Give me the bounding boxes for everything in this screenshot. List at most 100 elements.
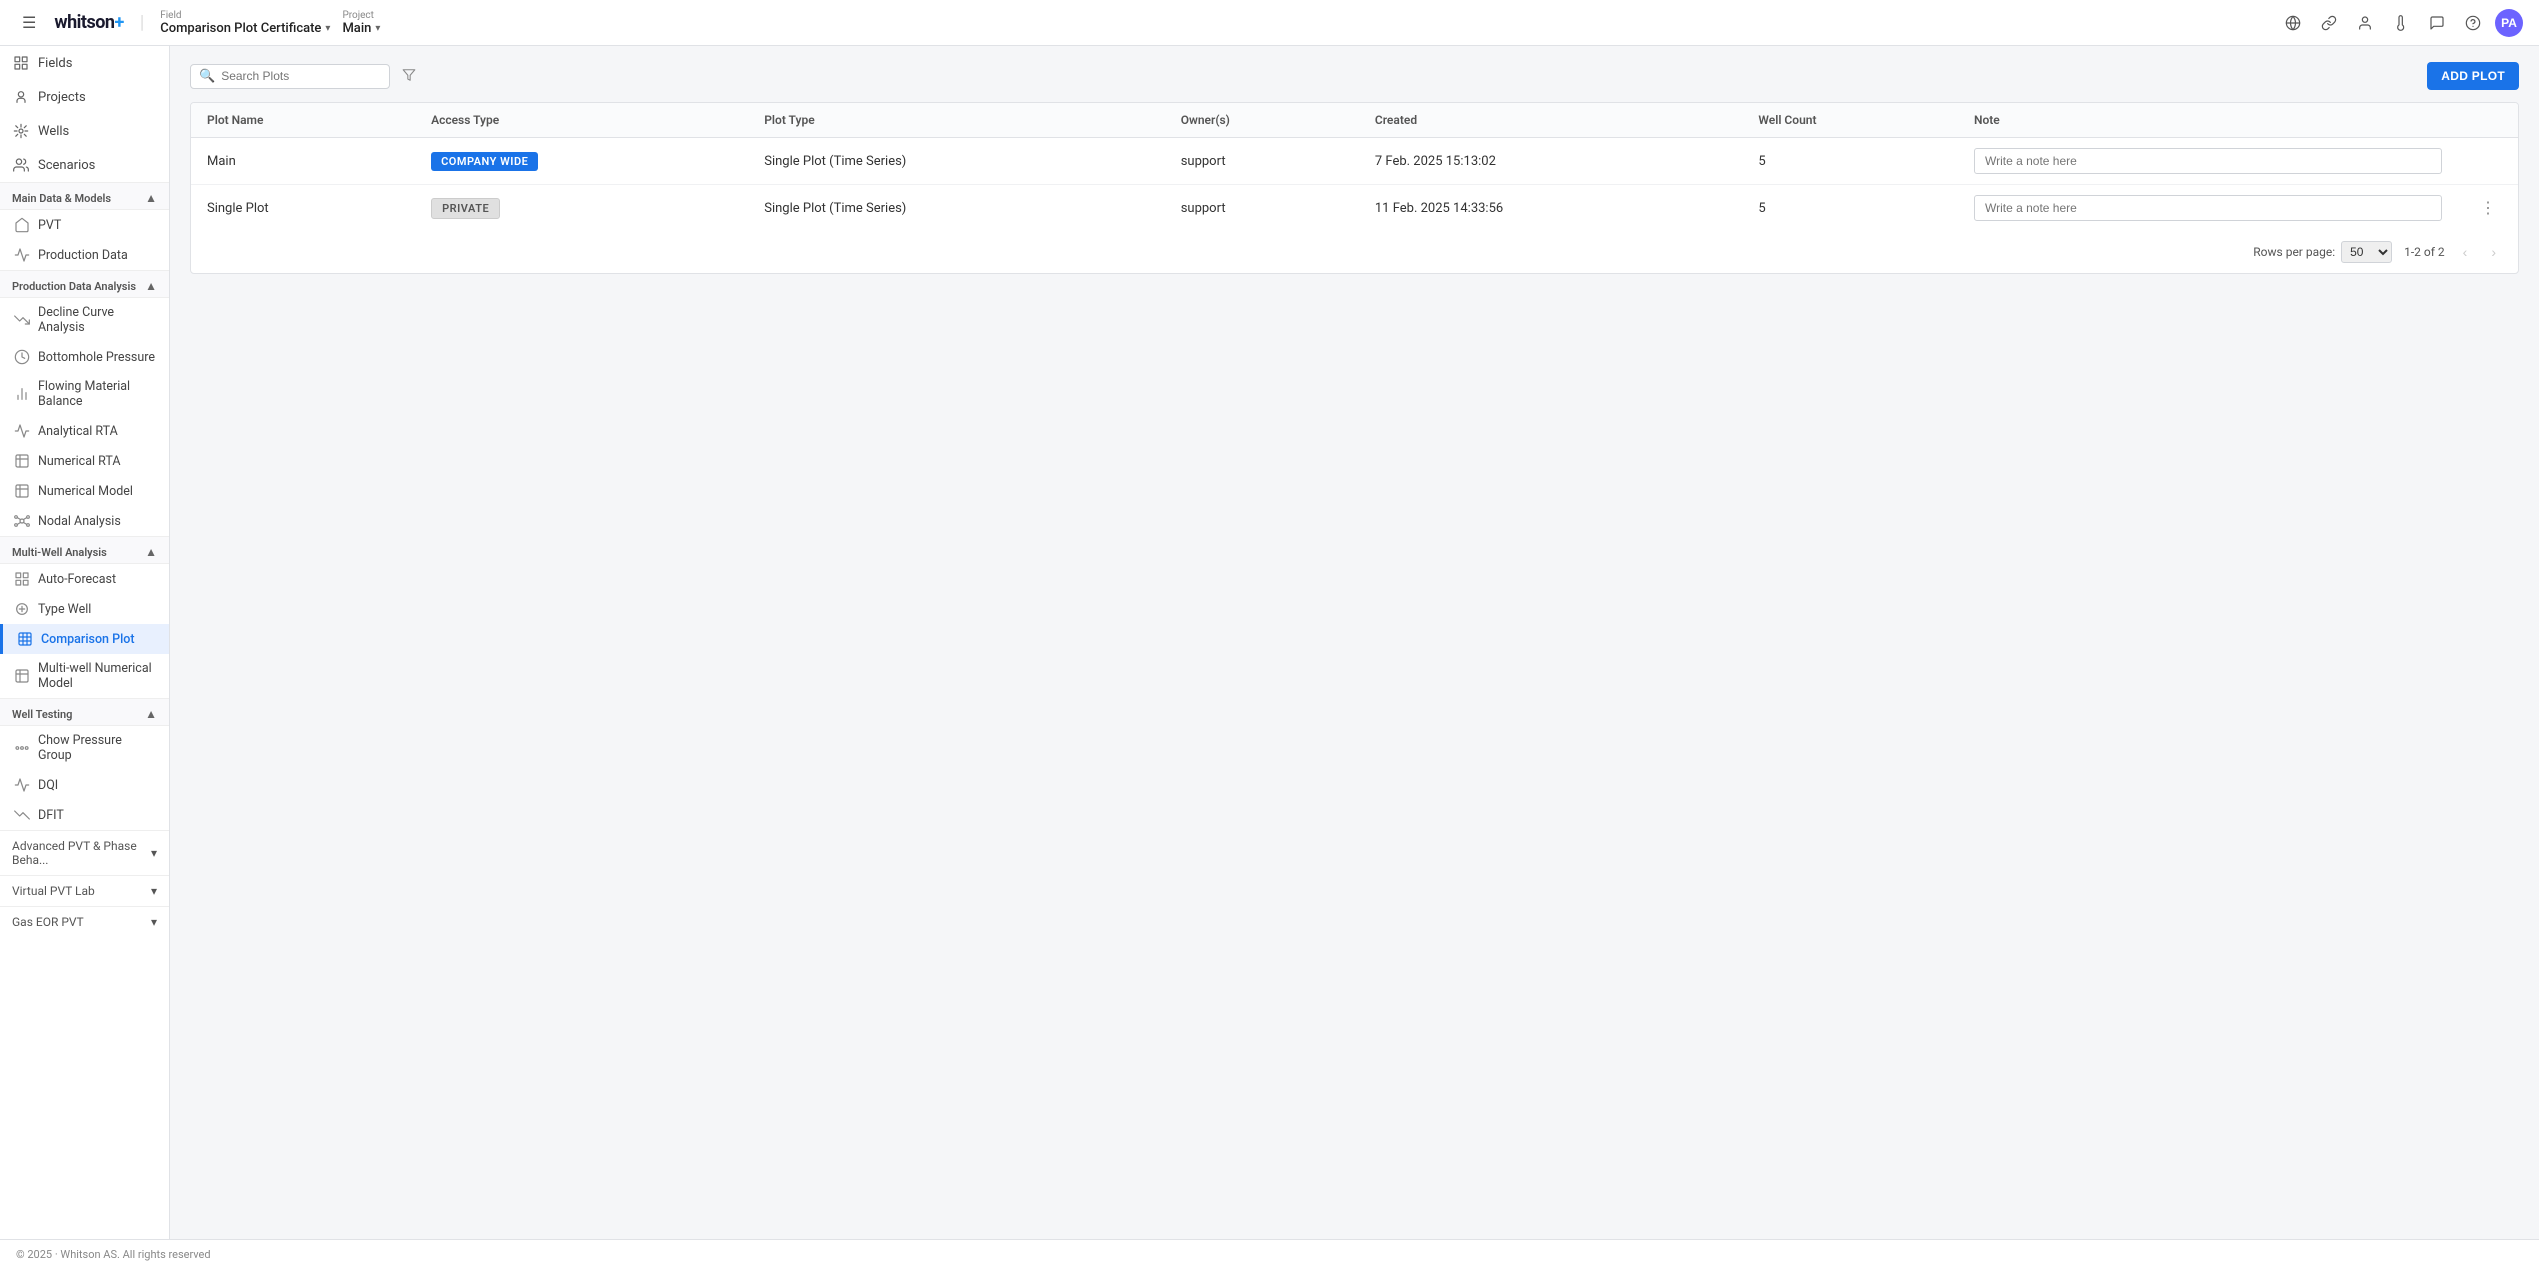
rows-per-page: Rows per page: 50 25 100 [2253,241,2392,263]
bottomhole-icon [14,349,30,365]
scenarios-label: Scenarios [38,158,95,173]
sidebar-item-flowing[interactable]: Flowing Material Balance [0,372,169,416]
wells-icon [12,122,30,140]
rows-per-page-label: Rows per page: [2253,245,2335,259]
chow-icon [14,740,30,756]
sidebar-item-numerical-rta[interactable]: Numerical RTA [0,446,169,476]
wells-label: Wells [38,124,69,139]
scenarios-icon [12,156,30,174]
search-box: 🔍 [190,64,390,89]
prev-page-button[interactable]: ‹ [2457,242,2474,262]
link-icon-button[interactable] [2315,11,2343,35]
search-input[interactable] [221,69,381,83]
projects-icon [12,88,30,106]
nodal-label: Nodal Analysis [38,514,121,529]
section-gas-eor[interactable]: Gas EOR PVT ▾ [0,906,169,937]
numerical-model-label: Numerical Model [38,484,133,499]
chat-icon-button[interactable] [2423,11,2451,35]
sidebar-item-production-data[interactable]: Production Data [0,240,169,270]
nodal-icon [14,513,30,529]
collapse-main-data-button[interactable]: ▲ [145,191,157,205]
globe-icon-button[interactable] [2279,11,2307,35]
next-page-button[interactable]: › [2485,242,2502,262]
sidebar-item-analytical-rta[interactable]: Analytical RTA [0,416,169,446]
col-created: Created [1359,103,1743,138]
collapse-multi-well-button[interactable]: ▲ [145,545,157,559]
cell-plot-type-2: Single Plot (Time Series) [748,185,1164,232]
collapse-production-analysis-button[interactable]: ▲ [145,279,157,293]
sidebar-item-scenarios[interactable]: Scenarios [0,148,169,182]
pvt-label: PVT [38,218,61,233]
sidebar-item-comparison-plot[interactable]: Comparison Plot [0,624,169,654]
main-content: 🔍 ADD PLOT Plot Name Access Type [170,46,2539,1239]
col-owners: Owner(s) [1165,103,1359,138]
badge-private: PRIVATE [431,198,500,219]
advanced-pvt-chevron-icon: ▾ [151,846,157,860]
top-bar: ☰ whitson+ | Field Comparison Plot Certi… [0,0,2539,46]
table-container: Plot Name Access Type Plot Type Owner(s)… [190,102,2519,274]
collapse-well-testing-button[interactable]: ▲ [145,707,157,721]
fields-label: Fields [38,56,72,71]
gas-eor-label: Gas EOR PVT [12,915,84,929]
sidebar-item-bottomhole[interactable]: Bottomhole Pressure [0,342,169,372]
avatar-button[interactable]: PA [2495,9,2523,37]
page-info: 1-2 of 2 [2404,245,2445,259]
sidebar-item-numerical-model[interactable]: Numerical Model [0,476,169,506]
sidebar-item-chow[interactable]: Chow Pressure Group [0,726,169,770]
cell-owners-1: support [1165,138,1359,185]
sidebar-item-dqi[interactable]: DQI [0,770,169,800]
sidebar-item-type-well[interactable]: Type Well [0,594,169,624]
section-production-analysis: Production Data Analysis ▲ [0,270,169,298]
help-icon-button[interactable] [2459,11,2487,35]
row-action-button-2[interactable]: ⋮ [2474,196,2502,220]
app-logo: whitson+ [54,12,123,33]
sidebar-item-fields[interactable]: Fields [0,46,169,80]
sidebar-item-wells[interactable]: Wells [0,114,169,148]
cell-plot-type-1: Single Plot (Time Series) [748,138,1164,185]
cell-well-count-2: 5 [1742,185,1958,232]
sidebar-item-dfit[interactable]: DFIT [0,800,169,830]
sidebar-item-auto-forecast[interactable]: Auto-Forecast [0,564,169,594]
analytical-rta-label: Analytical RTA [38,424,118,439]
multi-well-icon [14,668,30,684]
type-well-label: Type Well [38,602,91,617]
sidebar-item-projects[interactable]: Projects [0,80,169,114]
dqi-label: DQI [38,778,58,793]
table-header-row: Plot Name Access Type Plot Type Owner(s)… [191,103,2518,138]
numerical-model-icon [14,483,30,499]
dfit-icon [14,807,30,823]
toolbar-left: 🔍 [190,64,420,89]
cell-well-count-1: 5 [1742,138,1958,185]
footer-text: © 2025 · Whitson AS. All rights reserved [16,1248,211,1261]
hamburger-button[interactable]: ☰ [16,9,42,37]
sidebar-item-multi-well-numerical[interactable]: Multi-well Numerical Model [0,654,169,698]
sidebar: Fields Projects Wells Scenarios Main Dat… [0,46,170,1239]
section-advanced-pvt[interactable]: Advanced PVT & Phase Beha... ▾ [0,830,169,875]
note-input-2[interactable] [1974,195,2442,221]
note-input-1[interactable] [1974,148,2442,174]
cell-plot-name-1: Main [191,138,415,185]
section-multi-well-label: Multi-Well Analysis [12,546,107,559]
type-well-icon [14,601,30,617]
project-value-wrap[interactable]: Main ▾ [342,21,380,36]
fields-icon [12,54,30,72]
cell-access-type-1: COMPANY WIDE [415,138,748,185]
sidebar-item-pvt[interactable]: PVT [0,210,169,240]
table-row: Single Plot PRIVATE Single Plot (Time Se… [191,185,2518,232]
project-value: Main [342,21,371,36]
sidebar-item-nodal[interactable]: Nodal Analysis [0,506,169,536]
col-plot-type: Plot Type [748,103,1164,138]
sidebar-item-decline-curve[interactable]: Decline Curve Analysis [0,298,169,342]
temp-icon-button[interactable] [2387,11,2415,35]
section-virtual-pvt[interactable]: Virtual PVT Lab ▾ [0,875,169,906]
account-icon-button[interactable] [2351,11,2379,35]
rows-per-page-select[interactable]: 50 25 100 [2341,241,2392,263]
advanced-pvt-label: Advanced PVT & Phase Beha... [12,839,151,867]
field-group: Field Comparison Plot Certificate ▾ [160,10,330,36]
numerical-rta-icon [14,453,30,469]
field-value-wrap[interactable]: Comparison Plot Certificate ▾ [160,21,330,36]
cell-plot-name-2: Single Plot [191,185,415,232]
filter-button[interactable] [398,64,420,89]
app-container: Fields Projects Wells Scenarios Main Dat… [0,46,2539,1239]
add-plot-button[interactable]: ADD PLOT [2427,62,2519,90]
